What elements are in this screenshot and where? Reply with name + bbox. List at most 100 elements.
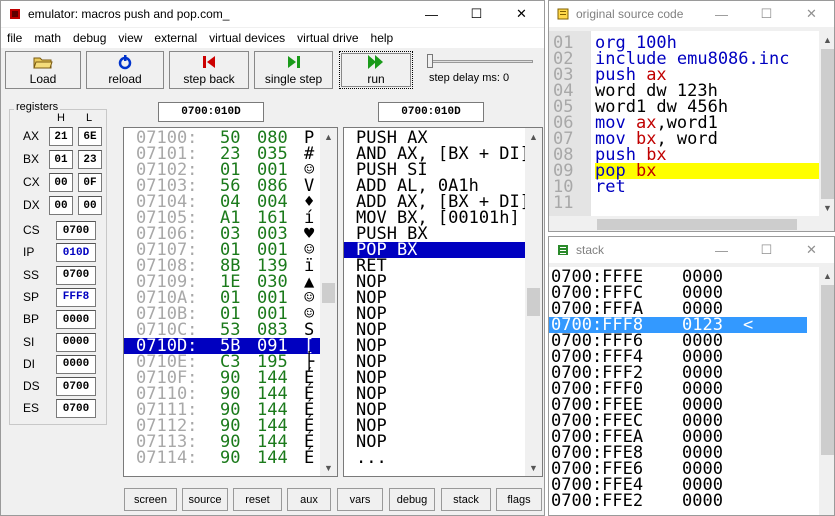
step-delay-slider[interactable] — [425, 53, 537, 69]
step-delay-label: step delay ms: 0 — [429, 72, 510, 84]
source-app-icon — [557, 8, 569, 20]
step-back-button[interactable]: step back — [169, 51, 249, 89]
menu-view[interactable]: view — [112, 31, 148, 45]
scroll-down-icon[interactable]: ▼ — [525, 459, 542, 476]
source-line[interactable]: 10 ret — [549, 179, 819, 196]
source-hscrollbar[interactable] — [549, 216, 834, 231]
slider-thumb[interactable] — [427, 54, 433, 68]
source-titlebar[interactable]: original source code — ☐ ✕ — [549, 1, 834, 27]
source-line[interactable]: 07 mov bx, word — [549, 131, 819, 148]
single-step-button[interactable]: single step — [254, 51, 333, 89]
memory-scrollbar[interactable]: ▲ ▼ — [320, 128, 337, 476]
memory-row[interactable]: 07114: 90 144 É — [124, 448, 322, 468]
maximize-icon[interactable]: ☐ — [744, 1, 789, 27]
register-ax-low[interactable]: 6E — [78, 127, 102, 146]
disasm-address-field[interactable]: 0700:010D — [378, 102, 484, 122]
register-ip-value[interactable]: 010D — [56, 243, 96, 263]
stack-list[interactable]: 0700:FFFE 0000 0700:FFFC 0000 0700:FFFA 0000 0… — [549, 267, 834, 515]
stack-address: 0700:FFE2 — [551, 491, 644, 511]
register-label-di: DI — [23, 356, 35, 371]
stack-title: stack — [576, 243, 605, 257]
stack-row[interactable]: 0700:FFE2 0000 — [549, 491, 807, 511]
register-di-value[interactable]: 0000 — [56, 354, 96, 374]
stack-titlebar[interactable]: stack — ☐ ✕ — [549, 237, 834, 263]
maximize-icon[interactable]: ☐ — [454, 1, 499, 27]
disassembly-list[interactable]: PUSH AX AND AX, [BX + DI] PUSH SI ADD AL, 0… — [343, 127, 543, 477]
source-button[interactable]: source — [182, 488, 228, 511]
screen-button[interactable]: screen — [124, 488, 177, 511]
scroll-up-icon[interactable]: ▲ — [819, 267, 834, 284]
register-ds-value[interactable]: 0700 — [56, 377, 96, 397]
single-step-icon — [286, 54, 302, 70]
debug-button[interactable]: debug — [389, 488, 435, 511]
run-button[interactable]: run — [339, 51, 413, 89]
menu-virtual-drive[interactable]: virtual drive — [291, 31, 364, 45]
menu-external[interactable]: external — [148, 31, 203, 45]
memory-address-field[interactable]: 0700:010D — [158, 102, 264, 122]
register-dx-high[interactable]: 00 — [49, 196, 73, 215]
register-ss-value[interactable]: 0700 — [56, 265, 96, 285]
scroll-thumb[interactable] — [821, 49, 834, 199]
register-bx-low[interactable]: 23 — [78, 150, 102, 169]
scroll-thumb[interactable] — [527, 288, 540, 316]
minimize-icon[interactable]: — — [699, 237, 744, 263]
emulator-titlebar[interactable]: emulator: macros push and pop.com_ — ☐ ✕ — [1, 1, 544, 27]
step-back-label: step back — [183, 72, 235, 86]
reload-button[interactable]: reload — [86, 51, 164, 89]
scroll-thumb[interactable] — [322, 283, 335, 303]
scroll-up-icon[interactable]: ▲ — [819, 31, 834, 48]
maximize-icon[interactable]: ☐ — [744, 237, 789, 263]
emulator-title: emulator: macros push and pop.com_ — [28, 7, 230, 21]
close-icon[interactable]: ✕ — [789, 1, 834, 27]
register-cx-low[interactable]: 0F — [78, 173, 102, 192]
menu-help[interactable]: help — [365, 31, 400, 45]
menu-debug[interactable]: debug — [67, 31, 112, 45]
flags-button[interactable]: flags — [496, 488, 542, 511]
disassembly-scrollbar[interactable]: ▲ ▼ — [525, 128, 542, 476]
register-dx-low[interactable]: 00 — [78, 196, 102, 215]
menu-math[interactable]: math — [28, 31, 67, 45]
scroll-up-icon[interactable]: ▲ — [525, 128, 542, 145]
register-bx-high[interactable]: 01 — [49, 150, 73, 169]
source-line[interactable]: 02 include emu8086.inc — [549, 51, 819, 68]
register-bp-value[interactable]: 0000 — [56, 310, 96, 330]
scroll-down-icon[interactable]: ▼ — [320, 459, 337, 476]
register-cs-value[interactable]: 0700 — [56, 221, 96, 240]
register-label-es: ES — [23, 401, 40, 416]
stack-app-icon — [558, 245, 568, 255]
vars-button[interactable]: vars — [337, 488, 383, 511]
stack-scrollbar[interactable]: ▲ — [819, 267, 834, 515]
register-si-value[interactable]: 0000 — [56, 332, 96, 352]
stack-button[interactable]: stack — [441, 488, 491, 511]
source-line[interactable]: 09 pop bx — [549, 163, 819, 180]
source-editor[interactable]: 01 org 100h 02 include emu8086.inc 03 push ax… — [549, 31, 834, 216]
register-ax-high[interactable]: 21 — [49, 127, 73, 146]
disasm-row[interactable]: ... — [344, 450, 527, 467]
step-back-icon — [201, 54, 217, 70]
memory-hex: 90 — [220, 448, 241, 468]
reload-icon — [117, 54, 133, 70]
load-button[interactable]: Load — [5, 51, 81, 89]
scroll-thumb[interactable] — [597, 219, 797, 230]
register-sp-value[interactable]: FFF8 — [56, 287, 96, 307]
emulator-window-buttons: — ☐ ✕ — [409, 1, 544, 27]
scroll-up-icon[interactable]: ▲ — [320, 128, 337, 145]
register-es-value[interactable]: 0700 — [56, 399, 96, 419]
close-icon[interactable]: ✕ — [499, 1, 544, 27]
close-icon[interactable]: ✕ — [789, 237, 834, 263]
source-line[interactable]: 11 — [549, 195, 819, 212]
menu-virtual-devices[interactable]: virtual devices — [203, 31, 291, 45]
register-cx-high[interactable]: 00 — [49, 173, 73, 192]
reset-button[interactable]: reset — [233, 488, 282, 511]
aux-button[interactable]: aux — [287, 488, 331, 511]
source-line[interactable]: 08 push bx — [549, 147, 819, 164]
scroll-thumb[interactable] — [821, 285, 834, 455]
source-scrollbar[interactable]: ▲ ▼ — [819, 31, 834, 216]
source-window: original source code — ☐ ✕ 01 org 100h 02 i… — [548, 0, 835, 232]
minimize-icon[interactable]: — — [699, 1, 744, 27]
memory-list[interactable]: 07100: 50 080 P 07101: 23 035 #07102: 01 001 ☺ 0710… — [123, 127, 338, 477]
menu-file[interactable]: file — [1, 31, 28, 45]
scroll-down-icon[interactable]: ▼ — [819, 199, 834, 216]
run-label: run — [367, 72, 385, 86]
minimize-icon[interactable]: — — [409, 1, 454, 27]
